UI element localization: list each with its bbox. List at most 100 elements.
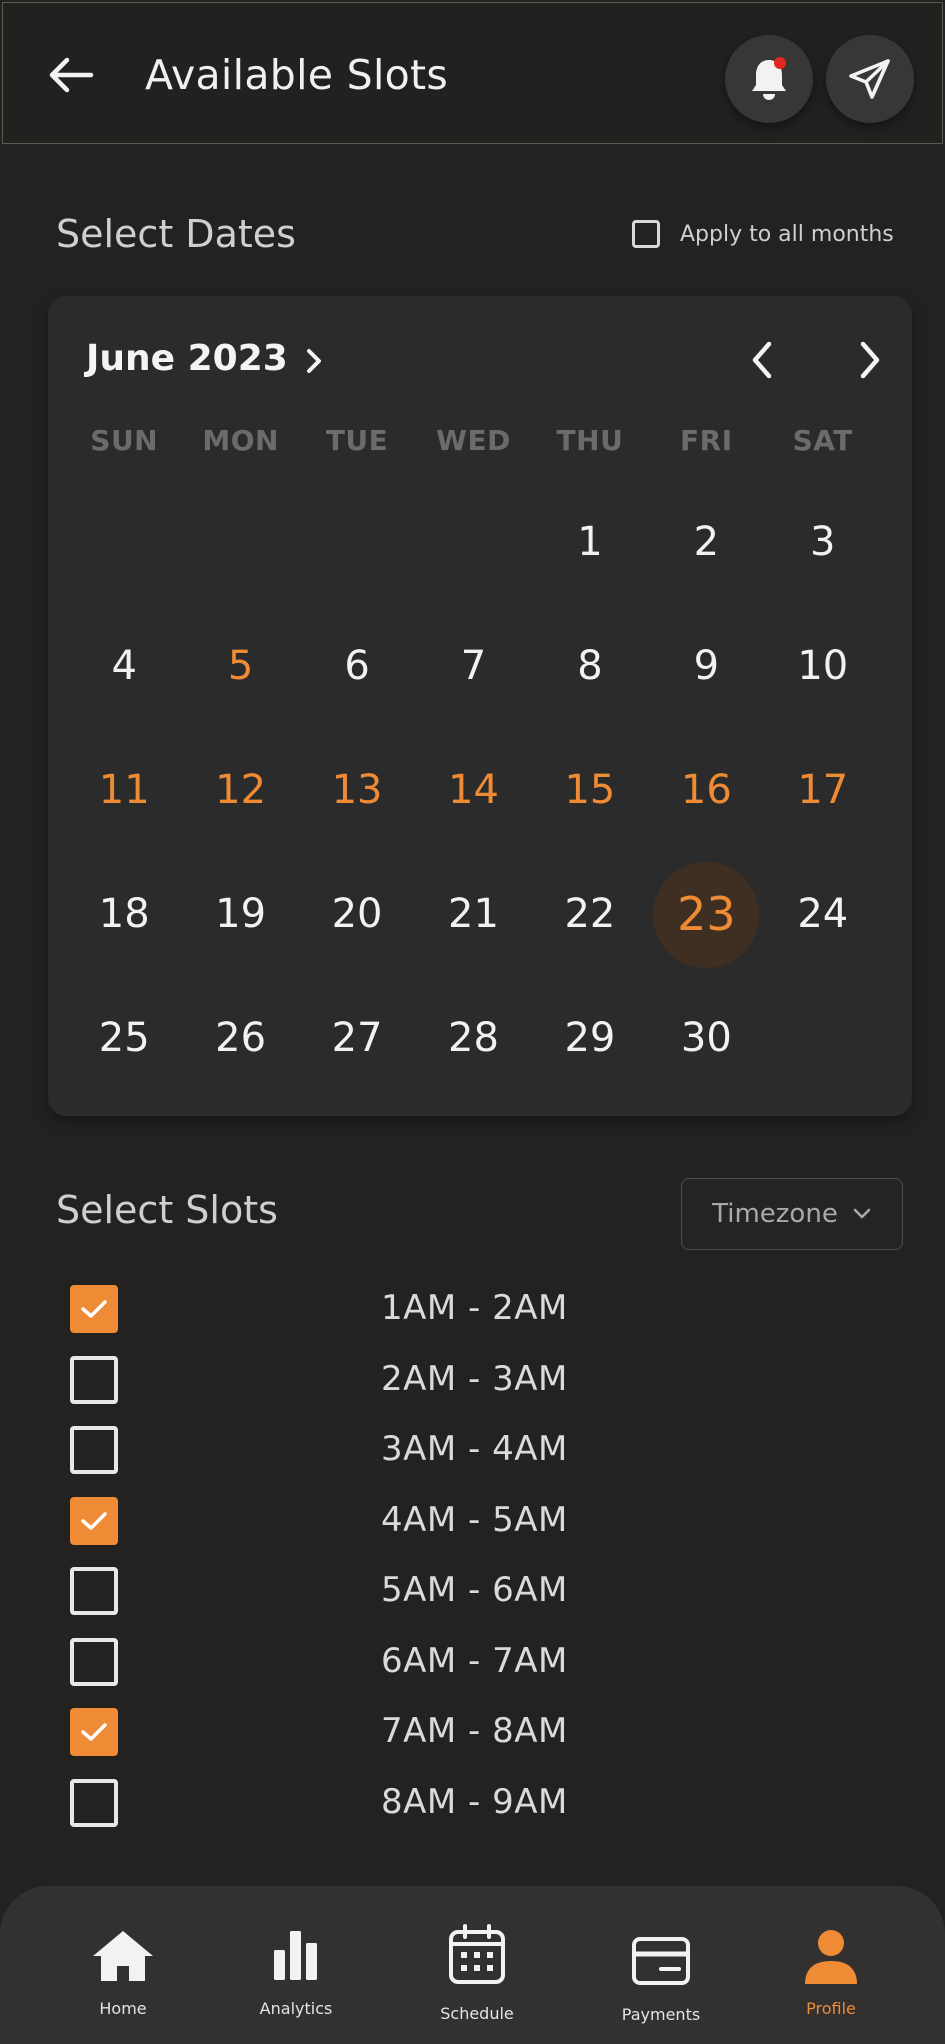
slot-checkbox[interactable] <box>70 1778 118 1827</box>
calendar-day[interactable]: 7 <box>415 610 531 734</box>
page-title: Available Slots <box>145 51 449 99</box>
calendar-day-number: 19 <box>215 891 267 937</box>
slot-row[interactable]: 7AM - 8AM <box>70 1705 670 1776</box>
calendar-day[interactable]: 17 <box>765 734 881 858</box>
arrow-left-icon <box>49 57 94 93</box>
calendar-day-number: 13 <box>331 767 383 813</box>
back-button[interactable] <box>45 49 97 101</box>
send-button[interactable] <box>826 35 914 123</box>
slot-checkbox[interactable] <box>70 1708 118 1756</box>
slot-checkbox[interactable] <box>70 1355 118 1404</box>
calendar-day-number: 4 <box>111 643 137 689</box>
calendar-day[interactable]: 28 <box>415 982 531 1106</box>
calendar-day[interactable]: 21 <box>415 858 531 982</box>
calendar-day[interactable]: 24 <box>765 858 881 982</box>
calendar-day[interactable]: 15 <box>532 734 648 858</box>
apply-all-months-checkbox[interactable] <box>632 220 660 248</box>
calendar-day[interactable]: 5 <box>182 610 298 734</box>
calendar-day-number: 27 <box>331 1015 383 1061</box>
slot-row[interactable]: 2AM - 3AM <box>70 1353 670 1424</box>
calendar-days-grid: 1 2 3 4 5 6 7 8 9 10 11 12 13 14 15 16 17 18 19 20 21 22 23 24 2… <box>66 486 881 1106</box>
slot-time-label: 8AM - 9AM <box>381 1781 568 1822</box>
slot-time-label: 2AM - 3AM <box>381 1358 568 1399</box>
calendar-day[interactable]: 18 <box>66 858 182 982</box>
slot-row[interactable]: 8AM - 9AM <box>70 1776 670 1847</box>
calendar-blank-cell <box>66 486 182 610</box>
select-dates-title: Select Dates <box>56 212 296 256</box>
app-header: Available Slots <box>2 2 943 144</box>
slot-checkbox[interactable] <box>70 1637 118 1686</box>
nav-item-profile[interactable]: Profile <box>761 1886 901 2044</box>
nav-item-payments[interactable]: Payments <box>591 1886 731 2044</box>
apply-all-months-toggle[interactable]: Apply to all months <box>632 220 894 248</box>
calendar-day[interactable]: 3 <box>765 486 881 610</box>
nav-label-payments: Payments <box>621 2005 701 2024</box>
chevron-left-icon <box>752 341 772 379</box>
calendar-day[interactable]: 29 <box>532 982 648 1106</box>
slot-row[interactable]: 6AM - 7AM <box>70 1635 670 1706</box>
slot-checkbox[interactable] <box>70 1567 118 1615</box>
slot-checkbox[interactable] <box>70 1496 118 1545</box>
calendar-day[interactable]: 22 <box>532 858 648 982</box>
calendar-day[interactable]: 6 <box>299 610 415 734</box>
slot-row[interactable]: 1AM - 2AM <box>70 1282 670 1353</box>
calendar-day[interactable]: 27 <box>299 982 415 1106</box>
notifications-button[interactable] <box>725 35 813 123</box>
calendar-day[interactable]: 16 <box>648 734 764 858</box>
slot-checkbox[interactable] <box>70 1426 118 1474</box>
nav-item-schedule[interactable]: Schedule <box>407 1886 547 2044</box>
slot-time-label: 7AM - 8AM <box>381 1711 568 1751</box>
chevron-right-icon <box>307 349 321 373</box>
slot-time-label: 3AM - 4AM <box>381 1429 568 1469</box>
send-icon <box>849 59 890 99</box>
calendar-blank-cell <box>182 486 298 610</box>
chevron-right-icon <box>860 341 880 379</box>
calendar-day[interactable]: 19 <box>182 858 298 982</box>
month-picker-button[interactable] <box>300 342 328 380</box>
calendar-day[interactable]: 25 <box>66 982 182 1106</box>
calendar-blank-cell <box>299 486 415 610</box>
calendar-day[interactable]: 14 <box>415 734 531 858</box>
calendar-day-number: 8 <box>577 643 603 689</box>
calendar-day-number: 28 <box>448 1015 499 1061</box>
calendar-day-number: 15 <box>564 767 616 813</box>
calendar-day[interactable]: 12 <box>182 734 298 858</box>
calendar-day-number: 16 <box>680 767 732 813</box>
weekday-label: FRI <box>680 424 733 457</box>
calendar-month-label[interactable]: June 2023 <box>86 338 288 379</box>
slot-row[interactable]: 5AM - 6AM <box>70 1564 670 1635</box>
calendar-day[interactable]: 1 <box>532 486 648 610</box>
next-month-button[interactable] <box>842 332 898 388</box>
checkmark-icon <box>81 1723 107 1741</box>
calendar-card: June 2023 SUN MON TUE WED THU FRI SAT 12… <box>48 296 912 1116</box>
calendar-day-number: 1 <box>577 519 603 565</box>
nav-item-home[interactable]: Home <box>53 1886 193 2044</box>
bar-chart-icon <box>274 1931 317 1980</box>
slot-row[interactable]: 3AM - 4AM <box>70 1423 670 1494</box>
previous-month-button[interactable] <box>734 332 790 388</box>
slot-checkbox[interactable] <box>70 1285 118 1333</box>
slot-time-label: 6AM - 7AM <box>381 1640 568 1681</box>
calendar-day[interactable]: 13 <box>299 734 415 858</box>
nav-item-analytics[interactable]: Analytics <box>226 1886 366 2044</box>
calendar-day[interactable]: 8 <box>532 610 648 734</box>
calendar-day[interactable]: 30 <box>648 982 764 1106</box>
calendar-day[interactable]: 9 <box>648 610 764 734</box>
calendar-day-number: 3 <box>810 519 836 565</box>
calendar-day[interactable]: 10 <box>765 610 881 734</box>
calendar-day[interactable]: 26 <box>182 982 298 1106</box>
calendar-day[interactable]: 4 <box>66 610 182 734</box>
user-icon <box>805 1930 857 1984</box>
timezone-dropdown[interactable]: Timezone <box>681 1178 903 1250</box>
chevron-down-icon <box>853 1208 871 1219</box>
slot-time-label: 1AM - 2AM <box>381 1288 568 1328</box>
slot-row[interactable]: 4AM - 5AM <box>70 1494 670 1565</box>
weekday-label: MON <box>202 424 279 457</box>
apply-all-months-label: Apply to all months <box>680 221 894 247</box>
calendar-day[interactable]: 11 <box>66 734 182 858</box>
calendar-day[interactable]: 20 <box>299 858 415 982</box>
calendar-day-selected[interactable]: 23 <box>648 858 764 982</box>
bottom-navigation: Home Analytics Schedule Payments Profile <box>0 1886 945 2044</box>
calendar-day-number: 14 <box>448 767 499 813</box>
calendar-day[interactable]: 2 <box>648 486 764 610</box>
